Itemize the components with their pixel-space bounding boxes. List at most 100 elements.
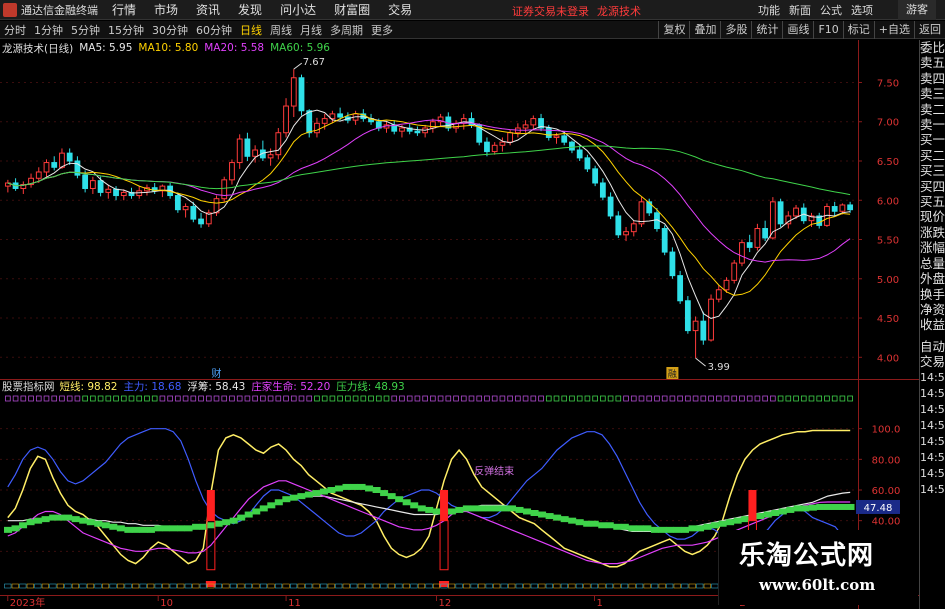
side-item-buy1: 买一 bbox=[920, 132, 945, 148]
tab-60min[interactable]: 60分钟 bbox=[196, 22, 232, 38]
pressure-block bbox=[131, 526, 140, 533]
menu-item-xuanxiang[interactable]: 选项 bbox=[851, 2, 873, 18]
pressure-block bbox=[650, 526, 659, 533]
pressure-block bbox=[643, 525, 652, 532]
tick-time: 14:56 bbox=[920, 450, 945, 464]
candle-body bbox=[43, 162, 50, 173]
tab-5min[interactable]: 5分钟 bbox=[71, 22, 100, 38]
fuquan-button[interactable]: 复权 bbox=[658, 21, 689, 39]
pressure-block bbox=[237, 514, 246, 521]
candle-body bbox=[298, 77, 305, 112]
add-watchlist-button[interactable]: +自选 bbox=[873, 21, 914, 39]
price-tick-label: 6.50 bbox=[877, 157, 899, 168]
candle-body bbox=[105, 188, 112, 193]
chart-canvas[interactable]: 4.00 4.50 5.00 5.50 6.00 6.50 7.00 7.50 7.67 3.99… bbox=[0, 40, 919, 609]
candle-body bbox=[97, 180, 104, 193]
formula-name: 龙源技术 bbox=[597, 5, 641, 18]
menu-item-jiaoyi[interactable]: 交易 bbox=[388, 1, 412, 18]
indicator-title: 股票指标网 bbox=[2, 380, 55, 393]
candle-body bbox=[731, 262, 738, 281]
tab-monthly[interactable]: 月线 bbox=[300, 22, 322, 38]
candle-body bbox=[120, 191, 127, 197]
draw-line-button[interactable]: 画线 bbox=[782, 21, 813, 39]
candle-body bbox=[399, 127, 405, 132]
pressure-block bbox=[259, 505, 268, 512]
menu-item-xinmian[interactable]: 新面 bbox=[789, 2, 811, 18]
menu-item-caifuquan[interactable]: 财富圈 bbox=[334, 1, 370, 18]
pressure-block bbox=[553, 514, 562, 521]
side-item-earnings: 收益 bbox=[920, 317, 945, 333]
pressure-block bbox=[41, 516, 50, 523]
tab-15min[interactable]: 15分钟 bbox=[108, 22, 144, 38]
side-item-volume: 总量 bbox=[920, 255, 945, 271]
pressure-block bbox=[568, 517, 577, 524]
multi-stock-button[interactable]: 多股 bbox=[720, 21, 751, 39]
back-button[interactable]: 返回 bbox=[914, 21, 945, 39]
pressure-block bbox=[545, 513, 554, 520]
pressure-block bbox=[500, 505, 509, 512]
menu-item-zixun[interactable]: 资讯 bbox=[196, 1, 220, 18]
f10-button[interactable]: F10 bbox=[813, 21, 842, 39]
title-bar: 通达信金融终端 行情 市场 资讯 发现 问小达 财富圈 交易 证券交易未登录 龙源… bbox=[0, 0, 945, 20]
trade-button[interactable]: 交易 bbox=[920, 354, 945, 369]
tab-more[interactable]: 更多 bbox=[371, 22, 393, 38]
chart-tools: 复权 叠加 多股 统计 画线 F10 标记 +自选 返回 bbox=[658, 21, 945, 39]
candle-body bbox=[793, 207, 799, 217]
tab-30min[interactable]: 30分钟 bbox=[152, 22, 188, 38]
mark-button[interactable]: 标记 bbox=[842, 21, 874, 39]
tab-1min[interactable]: 1分钟 bbox=[34, 22, 63, 38]
signal-bar-red bbox=[440, 490, 449, 521]
pressure-block bbox=[350, 483, 359, 490]
main-menu: 行情 市场 资讯 发现 问小达 财富圈 交易 bbox=[112, 1, 430, 18]
pressure-block bbox=[620, 523, 629, 530]
tab-fenshi[interactable]: 分时 bbox=[4, 22, 26, 38]
candle-body bbox=[677, 275, 684, 302]
side-item-turnover: 换手 bbox=[920, 286, 945, 302]
menu-item-hangqing[interactable]: 行情 bbox=[112, 1, 136, 18]
watermark-text: 乐淘公式网 bbox=[739, 541, 875, 571]
indicator-value-pressure: 压力线: 48.93 bbox=[336, 380, 405, 393]
candle-body bbox=[723, 279, 730, 291]
indicator-tick-label: 100.0 bbox=[872, 425, 901, 436]
auto-button[interactable]: 自动 bbox=[920, 339, 945, 354]
menu-item-gongshi[interactable]: 公式 bbox=[820, 2, 842, 18]
menu-item-wenxiaoda[interactable]: 问小达 bbox=[280, 1, 316, 18]
candle-body bbox=[174, 195, 181, 211]
login-notice[interactable]: 证券交易未登录 龙源技术 bbox=[512, 3, 641, 19]
candle-body bbox=[414, 130, 421, 134]
pressure-block bbox=[154, 525, 163, 532]
menu-item-faxian[interactable]: 发现 bbox=[238, 1, 262, 18]
trade-login-status[interactable]: 证券交易未登录 bbox=[512, 5, 589, 18]
right-menu: 功能 新面 公式 选项 游客 bbox=[758, 0, 945, 20]
menu-item-gongneng[interactable]: 功能 bbox=[758, 2, 780, 18]
pressure-block bbox=[492, 505, 501, 512]
pressure-block bbox=[71, 516, 80, 523]
pressure-block bbox=[380, 490, 389, 497]
pressure-block bbox=[598, 522, 607, 529]
date-tick-label: 1 bbox=[596, 598, 602, 609]
side-item-sell2: 卖二 bbox=[920, 101, 945, 117]
quote-side-panel: 委比 卖五 卖四 卖三 卖二 卖一 买一 买二 买三 买四 买五 现价 涨跌 涨… bbox=[919, 40, 945, 609]
pressure-block bbox=[523, 508, 532, 515]
tab-daily[interactable]: 日线 bbox=[240, 22, 262, 38]
side-item-buy5: 买五 bbox=[920, 194, 945, 210]
guest-user-button[interactable]: 游客 bbox=[898, 0, 936, 20]
tab-weekly[interactable]: 周线 bbox=[270, 22, 292, 38]
pressure-block bbox=[613, 523, 622, 530]
pressure-block bbox=[334, 485, 343, 492]
pressure-block bbox=[680, 526, 690, 533]
date-tick-label: 12 bbox=[439, 598, 452, 609]
pressure-block bbox=[184, 525, 193, 532]
pressure-block bbox=[56, 514, 65, 521]
candle-body bbox=[715, 289, 722, 300]
candle-body bbox=[283, 105, 289, 134]
statistics-button[interactable]: 统计 bbox=[751, 21, 782, 39]
tab-multi-period[interactable]: 多周期 bbox=[330, 22, 363, 38]
pressure-block bbox=[801, 505, 810, 512]
candle-body bbox=[561, 135, 568, 143]
menu-item-shichang[interactable]: 市场 bbox=[154, 1, 178, 18]
pressure-block bbox=[417, 505, 426, 512]
overlay-button[interactable]: 叠加 bbox=[689, 21, 720, 39]
candle-body bbox=[522, 124, 529, 129]
pressure-block bbox=[161, 525, 170, 532]
